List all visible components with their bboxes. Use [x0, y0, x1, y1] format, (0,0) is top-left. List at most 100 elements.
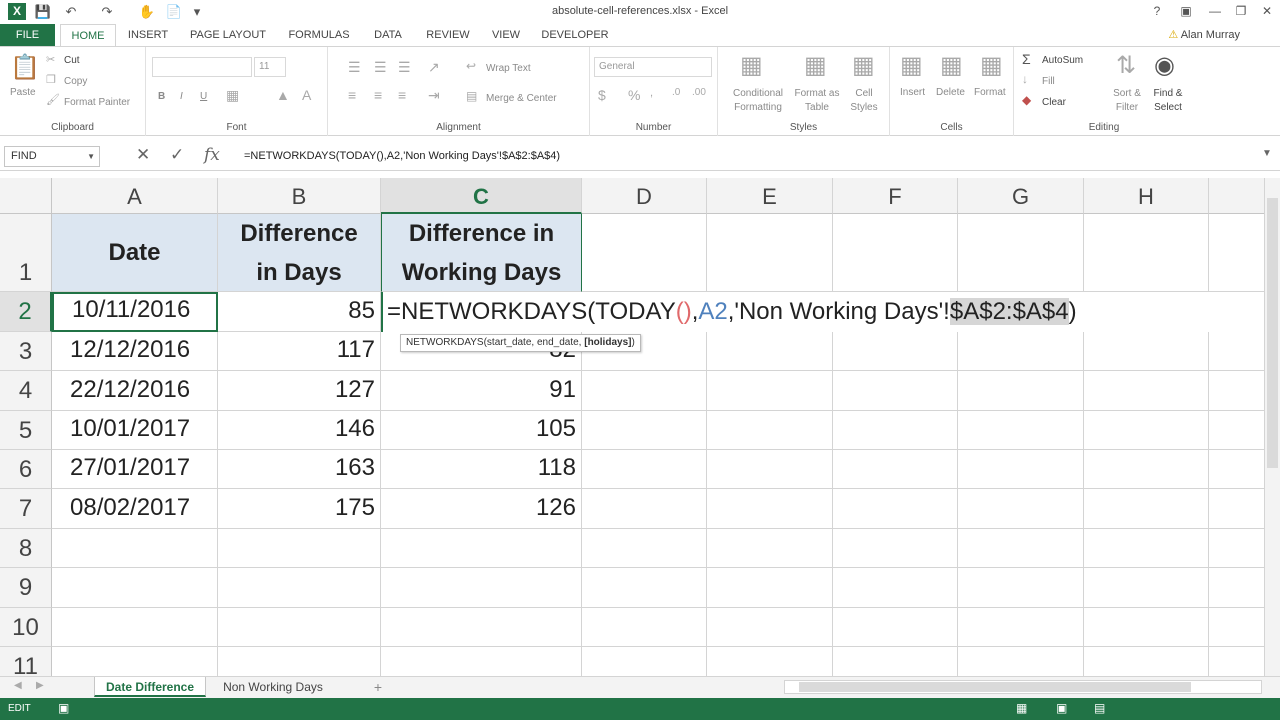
cell-b1[interactable]: Difference in Days: [218, 214, 381, 292]
tab-file[interactable]: FILE: [0, 24, 55, 46]
cell-f11[interactable]: [833, 647, 958, 676]
tab-data[interactable]: DATA: [368, 24, 408, 46]
cell-b11[interactable]: [218, 647, 381, 676]
tab-view[interactable]: VIEW: [488, 24, 524, 46]
format-cells-button[interactable]: Format: [974, 87, 1006, 98]
cell-e6[interactable]: [707, 450, 833, 489]
cell-d7[interactable]: [582, 489, 707, 529]
cell-a8[interactable]: [52, 529, 218, 568]
column-header-e[interactable]: E: [707, 178, 833, 214]
column-header-d[interactable]: D: [582, 178, 707, 214]
font-color-icon[interactable]: A: [302, 87, 311, 103]
ribbon-display-icon[interactable]: ▣: [1175, 2, 1197, 20]
expand-formula-icon[interactable]: ▼: [1262, 148, 1272, 159]
cell-c6[interactable]: 118: [381, 450, 582, 489]
column-header-b[interactable]: B: [218, 178, 381, 214]
restore-icon[interactable]: ❐: [1230, 2, 1252, 20]
cell-g3[interactable]: [958, 332, 1084, 371]
cell-b8[interactable]: [218, 529, 381, 568]
page-break-view-icon[interactable]: ▤: [1094, 701, 1105, 715]
format-as-table-button[interactable]: Format as Table: [792, 87, 842, 115]
currency-icon[interactable]: $: [598, 87, 606, 103]
cancel-icon[interactable]: ✕: [136, 145, 150, 165]
tab-formulas[interactable]: FORMULAS: [282, 24, 356, 46]
align-left-icon[interactable]: ≡: [348, 87, 356, 103]
column-header-h[interactable]: H: [1084, 178, 1209, 214]
cell-h3[interactable]: [1084, 332, 1209, 371]
cell-g11[interactable]: [958, 647, 1084, 676]
cell-c8[interactable]: [381, 529, 582, 568]
cell-b3[interactable]: 117: [218, 332, 381, 371]
cell-d8[interactable]: [582, 529, 707, 568]
cell-g1[interactable]: [958, 214, 1084, 292]
align-top-icon[interactable]: ☰: [348, 59, 361, 76]
cell-g10[interactable]: [958, 608, 1084, 647]
cell-f10[interactable]: [833, 608, 958, 647]
cell-c10[interactable]: [381, 608, 582, 647]
column-header-f[interactable]: F: [833, 178, 958, 214]
cell-a1[interactable]: Date: [52, 214, 218, 292]
cell-i3[interactable]: [1209, 332, 1264, 371]
page-layout-view-icon[interactable]: ▣: [1056, 701, 1067, 715]
cell-f8[interactable]: [833, 529, 958, 568]
cell-e1[interactable]: [707, 214, 833, 292]
format-painter-button[interactable]: Format Painter: [64, 97, 130, 108]
cell-i5[interactable]: [1209, 411, 1264, 450]
cell-g8[interactable]: [958, 529, 1084, 568]
cell-a2[interactable]: 10/11/2016: [52, 292, 218, 332]
row-header-5[interactable]: 5: [0, 411, 52, 450]
cell-e10[interactable]: [707, 608, 833, 647]
row-header-1[interactable]: 1: [0, 214, 52, 292]
tab-home[interactable]: HOME: [60, 24, 116, 46]
normal-view-icon[interactable]: ▦: [1016, 701, 1027, 715]
align-right-icon[interactable]: ≡: [398, 87, 406, 103]
sheet-next-icon[interactable]: ▶: [36, 680, 44, 691]
font-size-select[interactable]: 11: [254, 57, 286, 77]
enter-check-icon[interactable]: ✓: [170, 145, 184, 165]
cell-c1[interactable]: Difference in Working Days: [381, 214, 582, 292]
vertical-scroll-thumb[interactable]: [1267, 198, 1278, 468]
cell-d6[interactable]: [582, 450, 707, 489]
borders-icon[interactable]: ▦: [226, 87, 239, 104]
cell-c5[interactable]: 105: [381, 411, 582, 450]
vertical-scrollbar[interactable]: [1264, 178, 1280, 676]
cell-b7[interactable]: 175: [218, 489, 381, 529]
align-bottom-icon[interactable]: ☰: [398, 59, 411, 76]
cell-b4[interactable]: 127: [218, 371, 381, 411]
row-header-11[interactable]: 11: [0, 647, 52, 676]
row-header-10[interactable]: 10: [0, 608, 52, 647]
cell-d4[interactable]: [582, 371, 707, 411]
cell-i9[interactable]: [1209, 568, 1264, 608]
close-icon[interactable]: ✕: [1256, 2, 1278, 20]
cell-i11[interactable]: [1209, 647, 1264, 676]
cell-g4[interactable]: [958, 371, 1084, 411]
increase-decimal-icon[interactable]: .0: [672, 87, 680, 98]
sheet-tab-non-working-days[interactable]: Non Working Days: [210, 677, 336, 697]
cell-e11[interactable]: [707, 647, 833, 676]
cell-e8[interactable]: [707, 529, 833, 568]
insert-function-icon[interactable]: fx: [204, 145, 220, 165]
cell-b6[interactable]: 163: [218, 450, 381, 489]
cell-e4[interactable]: [707, 371, 833, 411]
cell-i10[interactable]: [1209, 608, 1264, 647]
function-tooltip[interactable]: NETWORKDAYS(start_date, end_date, [holid…: [400, 334, 641, 352]
decrease-decimal-icon[interactable]: .00: [692, 87, 706, 98]
orientation-icon[interactable]: ↗: [428, 59, 440, 76]
paste-button[interactable]: Paste: [10, 87, 36, 98]
paste-icon[interactable]: 📋: [10, 53, 40, 82]
bold-button[interactable]: B: [158, 91, 165, 102]
cell-d1[interactable]: [582, 214, 707, 292]
sheet-tab-date-difference[interactable]: Date Difference: [94, 677, 206, 697]
tab-review[interactable]: REVIEW: [420, 24, 476, 46]
cell-h11[interactable]: [1084, 647, 1209, 676]
find-select-button[interactable]: Find & Select: [1148, 87, 1188, 115]
cell-h8[interactable]: [1084, 529, 1209, 568]
percent-icon[interactable]: %: [628, 87, 640, 103]
wrap-text-button[interactable]: Wrap Text: [486, 63, 531, 74]
tab-developer[interactable]: DEVELOPER: [538, 24, 612, 46]
cell-f9[interactable]: [833, 568, 958, 608]
cell-i8[interactable]: [1209, 529, 1264, 568]
cell-h10[interactable]: [1084, 608, 1209, 647]
formula-input[interactable]: =NETWORKDAYS(TODAY(),A2,'Non Working Day…: [244, 150, 560, 162]
align-center-icon[interactable]: ≡: [374, 87, 382, 103]
